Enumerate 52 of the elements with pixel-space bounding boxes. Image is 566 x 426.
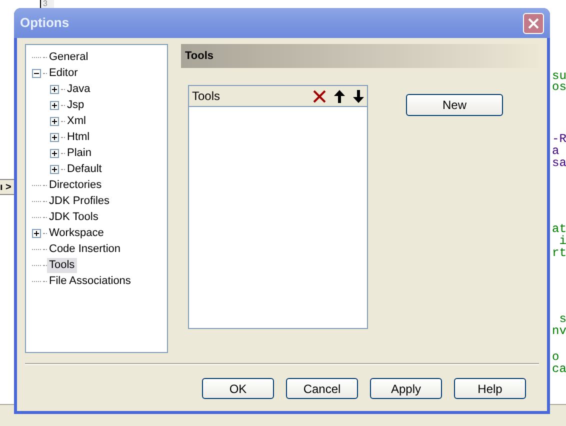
plus-icon[interactable] — [50, 164, 58, 174]
code-text: sa — [552, 157, 566, 169]
panel-title: Tools — [185, 48, 214, 64]
tree-item[interactable]: Jsp — [65, 98, 86, 112]
new-button[interactable]: New — [406, 94, 503, 116]
window-title: Options — [20, 14, 70, 32]
editor-tab[interactable]: ı > — [0, 179, 14, 195]
plus-icon[interactable] — [50, 116, 58, 126]
tree-item[interactable]: Directories — [47, 178, 104, 192]
close-button[interactable] — [523, 12, 544, 34]
plus-icon[interactable] — [50, 84, 58, 94]
plus-icon[interactable] — [50, 132, 58, 142]
code-text: o — [552, 351, 560, 363]
plus-icon[interactable] — [50, 148, 58, 158]
tree-item[interactable]: Editor — [47, 66, 80, 80]
tree-item[interactable]: Tools — [47, 258, 77, 272]
dialog-button[interactable]: Cancel — [286, 378, 358, 399]
tree-item[interactable]: JDK Tools — [47, 210, 100, 224]
code-text: rt — [552, 247, 566, 259]
tree-item[interactable]: Xml — [65, 114, 88, 128]
code-text: ca — [552, 363, 566, 375]
tools-list[interactable]: Tools — [188, 85, 368, 329]
tree-item[interactable]: Code Insertion — [47, 242, 123, 256]
tree-item[interactable]: JDK Profiles — [47, 194, 112, 208]
tree-item[interactable]: Workspace — [47, 226, 106, 240]
dialog-button[interactable]: Help — [454, 378, 526, 399]
tree-item[interactable]: File Associations — [47, 274, 133, 288]
editor-gutter — [40, 0, 54, 8]
list-header-text: Tools — [192, 88, 222, 105]
arrow-down-icon[interactable] — [353, 90, 364, 102]
delete-icon[interactable] — [313, 90, 326, 102]
code-text: a — [552, 145, 560, 157]
code-text: nv — [552, 325, 566, 337]
code-text: os — [552, 81, 566, 93]
code-text: su — [552, 70, 566, 82]
dialog-button[interactable]: OK — [202, 378, 274, 399]
code-text: i — [558, 235, 566, 247]
dialog-button[interactable]: Apply — [370, 378, 442, 399]
plus-icon[interactable] — [32, 228, 40, 238]
tree-item[interactable]: General — [47, 50, 90, 64]
close-icon — [528, 18, 539, 28]
tree-item[interactable]: Java — [65, 82, 92, 96]
tree-item[interactable]: Default — [65, 162, 104, 176]
minus-icon[interactable] — [32, 68, 40, 78]
code-text: at — [552, 223, 566, 235]
tree-item[interactable]: Plain — [65, 146, 94, 160]
code-text: -R — [552, 133, 566, 145]
arrow-up-icon[interactable] — [334, 90, 345, 102]
plus-icon[interactable] — [50, 100, 58, 110]
line-number: 3 — [43, 0, 48, 8]
tree-item[interactable]: Html — [65, 130, 92, 144]
code-text: s — [558, 313, 566, 325]
